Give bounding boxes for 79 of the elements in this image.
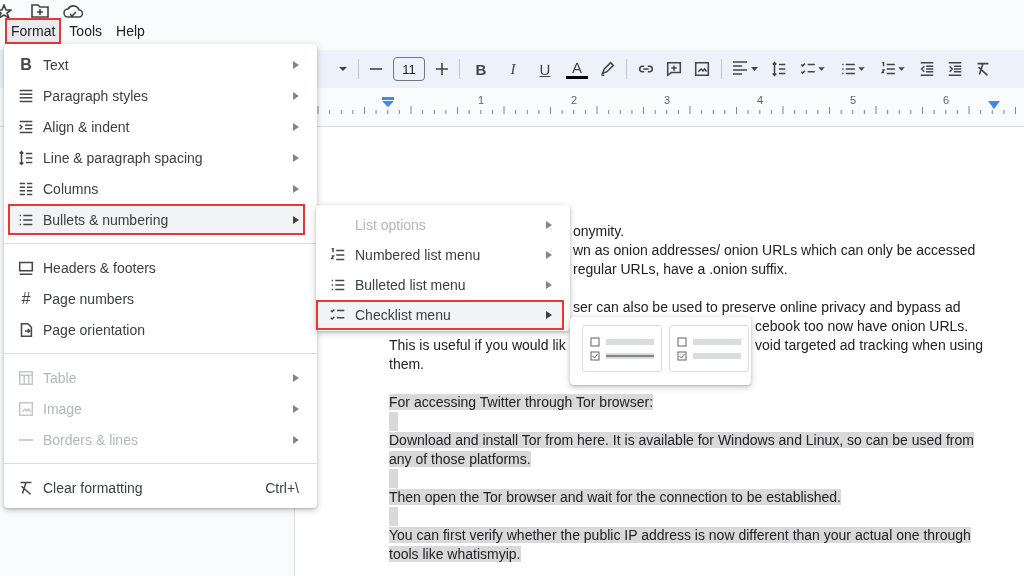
menu-glyph: # xyxy=(21,289,31,308)
menu-item-label: Numbered list menu xyxy=(355,247,482,263)
document-text: Download and install Tor from here. It is available for Windows and Linux, so can be used from xyxy=(389,432,974,448)
line-spacing-icon[interactable] xyxy=(770,60,788,78)
star-icon[interactable] xyxy=(0,4,12,18)
document-text: You can first verify whether the public IP address is now different than your actual one through xyxy=(389,527,971,543)
document-text: tools like whatismyip. xyxy=(389,546,521,562)
font-size-field[interactable]: 11 xyxy=(393,57,425,81)
indent-marker-icon[interactable] xyxy=(988,101,1000,109)
menu-item[interactable]: Bulleted list menu xyxy=(316,270,570,300)
image-icon[interactable] xyxy=(693,60,711,78)
document-text: This is useful if you would lik xyxy=(389,337,566,353)
format-button[interactable]: B xyxy=(470,60,492,78)
highlighter-icon[interactable] xyxy=(598,60,616,78)
menu-item[interactable]: Line & paragraph spacing xyxy=(4,142,317,173)
document-text: For accessing Twitter through Tor browser: xyxy=(389,394,654,410)
document-text: Then open the Tor browser and wait for the connection to be established. xyxy=(389,489,841,505)
menu-item-label: Page numbers xyxy=(43,290,136,307)
document-text: ser can also be used to preserve online privacy and bypass ad xyxy=(573,299,961,315)
menu-bar-item[interactable]: Help xyxy=(110,18,151,44)
line-icon xyxy=(19,438,33,441)
document-text: them. xyxy=(389,356,424,372)
cloud-icon[interactable] xyxy=(63,4,83,18)
menu-item-label: Checklist menu xyxy=(355,307,452,323)
decrease-indent-icon[interactable] xyxy=(918,60,936,78)
menu-item[interactable]: Bullets & numbering xyxy=(8,204,305,235)
menu-item-label: Table xyxy=(43,369,78,386)
format-button[interactable]: A xyxy=(566,59,588,79)
menu-item-label: Columns xyxy=(43,180,100,197)
submenu-arrow-icon xyxy=(546,281,552,289)
menu-item-label: Borders & lines xyxy=(43,431,139,448)
menu-item-label: Image xyxy=(43,400,83,417)
checklist-style-option[interactable] xyxy=(582,325,662,372)
line-spacing-icon xyxy=(17,148,35,167)
menu-item-label: Text xyxy=(43,56,70,73)
document-text: any of those platforms. xyxy=(389,451,531,467)
format-button[interactable]: U xyxy=(534,60,556,78)
submenu-arrow-icon xyxy=(546,221,552,229)
menu-item[interactable]: Headers & footers xyxy=(4,252,317,283)
menu-item-label: Clear formatting xyxy=(43,479,144,496)
menu-item-label: Bulleted list menu xyxy=(355,277,467,293)
document-text: regular URLs, have a .onion suffix. xyxy=(573,261,788,277)
menu-item[interactable]: # Page numbers xyxy=(4,283,317,314)
menu-item[interactable]: Clear formatting Ctrl+\ xyxy=(4,472,317,503)
increase-indent-icon[interactable] xyxy=(946,60,964,78)
align-icon[interactable] xyxy=(732,60,760,78)
image-icon xyxy=(17,399,35,418)
document-text: cebook too now have onion URLs. xyxy=(755,318,969,334)
menu-item-label: Headers & footers xyxy=(43,259,157,276)
menu-item[interactable]: B Text xyxy=(4,49,317,80)
document-text: wn as onion addresses/ onion URLs which can only be accessed xyxy=(573,242,976,258)
menu-item-label: List options xyxy=(355,217,427,233)
folder-icon[interactable] xyxy=(31,4,49,18)
checklist-style-option[interactable] xyxy=(669,325,749,372)
format-button[interactable]: I xyxy=(502,60,524,78)
document-text: onymity. xyxy=(573,223,625,239)
submenu-arrow-icon xyxy=(546,251,552,259)
menu-glyph: B xyxy=(20,55,32,74)
menu-bar-item[interactable]: Format xyxy=(5,18,62,44)
indent-marker-icon[interactable] xyxy=(382,97,394,107)
menu-item[interactable]: Columns xyxy=(4,173,317,204)
add-comment-icon[interactable] xyxy=(665,60,683,78)
document-text: void targeted ad tracking when using xyxy=(755,337,984,353)
menu-item-label: Page orientation xyxy=(43,321,146,338)
menu-item-label: Line & paragraph spacing xyxy=(43,149,204,166)
menu-item-label: Paragraph styles xyxy=(43,87,150,104)
menu-item[interactable]: Numbered list menu xyxy=(316,240,570,270)
menu-item[interactable]: Checklist menu xyxy=(316,300,564,330)
submenu-arrow-icon xyxy=(546,311,552,319)
menu-bar-item[interactable]: Tools xyxy=(63,18,109,44)
menu-item[interactable]: Align & indent xyxy=(4,111,317,142)
table-icon xyxy=(17,368,35,387)
menu-item[interactable]: Paragraph styles xyxy=(4,80,317,111)
shortcut-label: Ctrl+\ xyxy=(265,479,299,496)
menu-item-label: Bullets & numbering xyxy=(43,211,170,228)
menu-item-label: Align & indent xyxy=(43,118,131,135)
caret-icon[interactable] xyxy=(338,66,348,72)
menu-item[interactable]: Page orientation xyxy=(4,314,317,345)
plus-icon[interactable] xyxy=(435,62,449,76)
